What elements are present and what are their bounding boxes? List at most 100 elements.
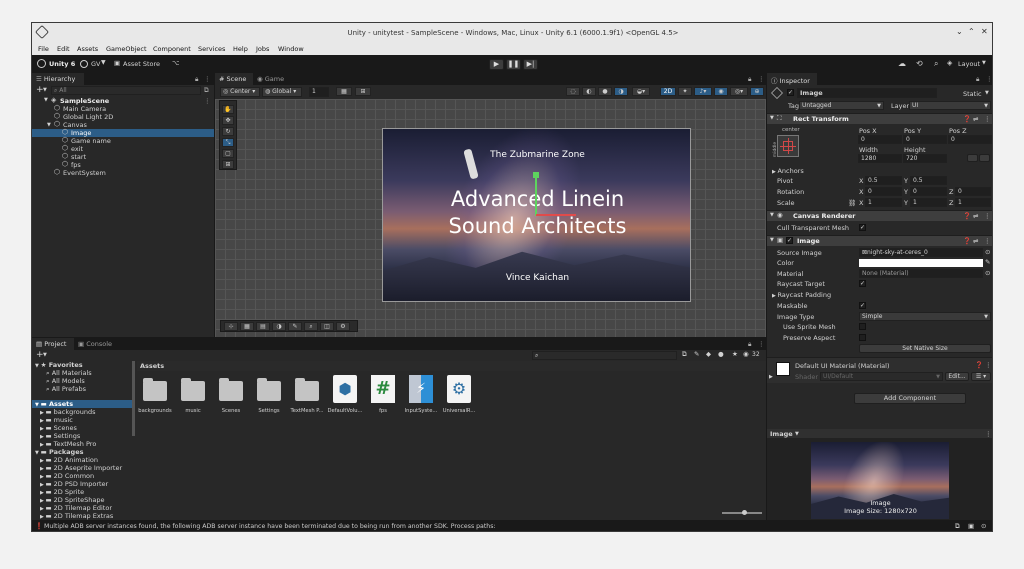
more-icon[interactable]: ⋮	[985, 361, 992, 369]
canvas-image[interactable]: The Zubmarine Zone Advanced Linein Sound…	[382, 128, 691, 302]
rotation-y-input[interactable]: 0	[910, 187, 947, 196]
hand-tool-icon[interactable]: ✋	[222, 105, 234, 114]
move-tool-icon[interactable]: ✥	[222, 116, 234, 125]
render-mode-icon[interactable]: ◒▾	[632, 87, 650, 96]
menu-window[interactable]: Window	[278, 45, 304, 53]
asset-item[interactable]: # fps	[365, 373, 401, 417]
chevron-down-icon[interactable]: ▼	[47, 122, 51, 128]
filter-icon[interactable]: ⧉	[204, 86, 209, 95]
object-picker-icon[interactable]: ⊙	[985, 269, 990, 277]
tab-scene[interactable]: # Scene	[215, 73, 253, 85]
pivot-dropdown[interactable]: ◎ Center ▾	[220, 87, 260, 97]
more-icon[interactable]: ⋮	[204, 75, 211, 83]
tag-dropdown[interactable]: Untagged ▼	[799, 101, 884, 110]
hierarchy-search-input[interactable]: ⌕ All	[51, 86, 201, 95]
chevron-down-icon[interactable]: ▼	[985, 90, 989, 96]
posx-input[interactable]: 0	[858, 135, 902, 144]
hierarchy-item[interactable]: ⬡ exit	[32, 144, 214, 153]
status-message[interactable]: Multiple ADB server instances found, the…	[44, 523, 496, 530]
asset-item[interactable]: ⬢ DefaultVolu...	[327, 373, 363, 417]
gizmos-icon[interactable]: ⊕	[750, 87, 764, 96]
snap-input[interactable]: 1	[309, 87, 329, 97]
help-icon[interactable]: ❓	[963, 212, 971, 220]
settings-tool-icon[interactable]: ⚙	[336, 322, 350, 331]
canvas-renderer-header[interactable]: ▼ ◉ Canvas Renderer ❓ ⇌ ⋮	[767, 210, 992, 221]
shading-lit-icon[interactable]: ◑	[614, 87, 628, 96]
shading-shaded-icon[interactable]: ◐	[582, 87, 596, 96]
shader-options-button[interactable]: ☰ ▾	[971, 372, 991, 381]
transform-tool-icon[interactable]: ⊞	[222, 160, 234, 169]
preset-icon[interactable]: ⇌	[973, 115, 978, 123]
tab-hierarchy[interactable]: ☰ Hierarchy	[32, 73, 84, 85]
pivot-x-input[interactable]: 0.5	[865, 176, 902, 185]
lock-icon[interactable]: 🔒︎	[976, 75, 979, 84]
pause-button[interactable]: ❚❚	[506, 59, 521, 70]
maskable-checkbox[interactable]: ✓	[859, 302, 866, 309]
gizmo-y-handle[interactable]	[533, 172, 539, 178]
image-type-dropdown[interactable]: Simple ▼	[859, 312, 991, 321]
scale-x-input[interactable]: 1	[865, 198, 902, 207]
object-name-input[interactable]: Image	[797, 88, 937, 98]
anchor-preset-button[interactable]	[777, 135, 799, 157]
hierarchy-item[interactable]: ⬡ start	[32, 152, 214, 161]
tab-inspector[interactable]: ⓘ Inspector	[767, 73, 817, 85]
cloud-icon[interactable]: ☁	[898, 59, 906, 68]
active-checkbox[interactable]: ✓	[787, 89, 794, 96]
more-icon[interactable]: ⋮	[984, 212, 991, 220]
cull-checkbox[interactable]: ✓	[859, 224, 866, 231]
pivot-y-input[interactable]: 0.5	[910, 176, 947, 185]
account-button[interactable]: GV	[91, 60, 100, 68]
asset-item[interactable]: ⚡ InputSyste...	[403, 373, 439, 417]
more-icon[interactable]: ⋮	[984, 237, 991, 245]
search-by-label-icon[interactable]: ✎	[694, 350, 699, 358]
more-icon[interactable]: ⋮	[985, 430, 992, 438]
zoom-tool-icon[interactable]: ⌕	[304, 322, 318, 331]
color-swatch[interactable]	[859, 259, 983, 267]
scale-y-input[interactable]: 1	[910, 198, 947, 207]
scale-tool-icon[interactable]: ⤡	[222, 138, 234, 147]
preset-icon[interactable]: ⇌	[973, 212, 978, 220]
rotation-x-input[interactable]: 0	[865, 187, 902, 196]
grid-tool-icon[interactable]: ▦	[240, 322, 254, 331]
project-search-input[interactable]: ⌕	[532, 351, 677, 360]
help-icon[interactable]: ❓	[975, 361, 983, 369]
height-input[interactable]: 720	[903, 154, 947, 163]
menu-edit[interactable]: Edit	[57, 45, 70, 53]
scale-z-input[interactable]: 1	[955, 198, 991, 207]
raycast-padding-label[interactable]: ▶ Raycast Padding	[772, 291, 831, 299]
image-enabled-checkbox[interactable]: ✓	[786, 237, 793, 244]
add-component-button[interactable]: Add Component	[854, 393, 966, 404]
minimize-icon[interactable]: ⌄	[956, 27, 963, 36]
asset-item[interactable]: Scenes	[213, 373, 249, 417]
assets-item[interactable]: ▶ ▬ Scenes	[40, 424, 77, 432]
blueprint-mode-button[interactable]	[967, 154, 978, 162]
more-icon[interactable]: ⋮	[758, 75, 765, 83]
assets-header[interactable]: ▼ ▬ Assets	[32, 400, 132, 408]
use-sprite-mesh-checkbox[interactable]	[859, 323, 866, 330]
gizmo-y-axis[interactable]	[535, 174, 537, 216]
settings-icon[interactable]: ⊙	[981, 522, 986, 530]
lock-icon[interactable]: 🔒︎	[748, 75, 751, 84]
material-field[interactable]: None (Material)	[859, 269, 983, 278]
view-tool-icon[interactable]: ◫	[320, 322, 334, 331]
eyedropper-icon[interactable]: ✎	[985, 258, 990, 266]
anchors-label[interactable]: ▶ Anchors	[772, 167, 804, 175]
packages-item[interactable]: ▶ ▬ 2D Sprite	[40, 488, 84, 496]
more-icon[interactable]: ⋮	[984, 115, 991, 123]
info-icon[interactable]: ●	[718, 350, 724, 358]
play-button[interactable]: ▶	[489, 59, 504, 70]
menu-component[interactable]: Component	[153, 45, 191, 53]
tag-icon[interactable]: ◆	[706, 350, 711, 358]
rect-tool-icon[interactable]: ▢	[222, 149, 234, 158]
menu-help[interactable]: Help	[233, 45, 248, 53]
search-by-type-icon[interactable]: ⧉	[682, 350, 687, 359]
source-image-field[interactable]: ⊠night-sky-at-ceres_0	[859, 248, 983, 257]
space-dropdown[interactable]: ◍ Global ▾	[262, 87, 302, 97]
hierarchy-item[interactable]: ⬡ EventSystem	[32, 168, 214, 177]
preview-header[interactable]: Image ▼ ⋮	[767, 429, 992, 438]
more-icon[interactable]: ⋮	[204, 97, 211, 105]
lock-icon[interactable]: 🔒︎	[195, 75, 198, 84]
grid-snap-icon[interactable]: ▦	[336, 87, 352, 96]
step-button[interactable]: ▶|	[523, 59, 538, 70]
assets-item[interactable]: ▶ ▬ music	[40, 416, 73, 424]
